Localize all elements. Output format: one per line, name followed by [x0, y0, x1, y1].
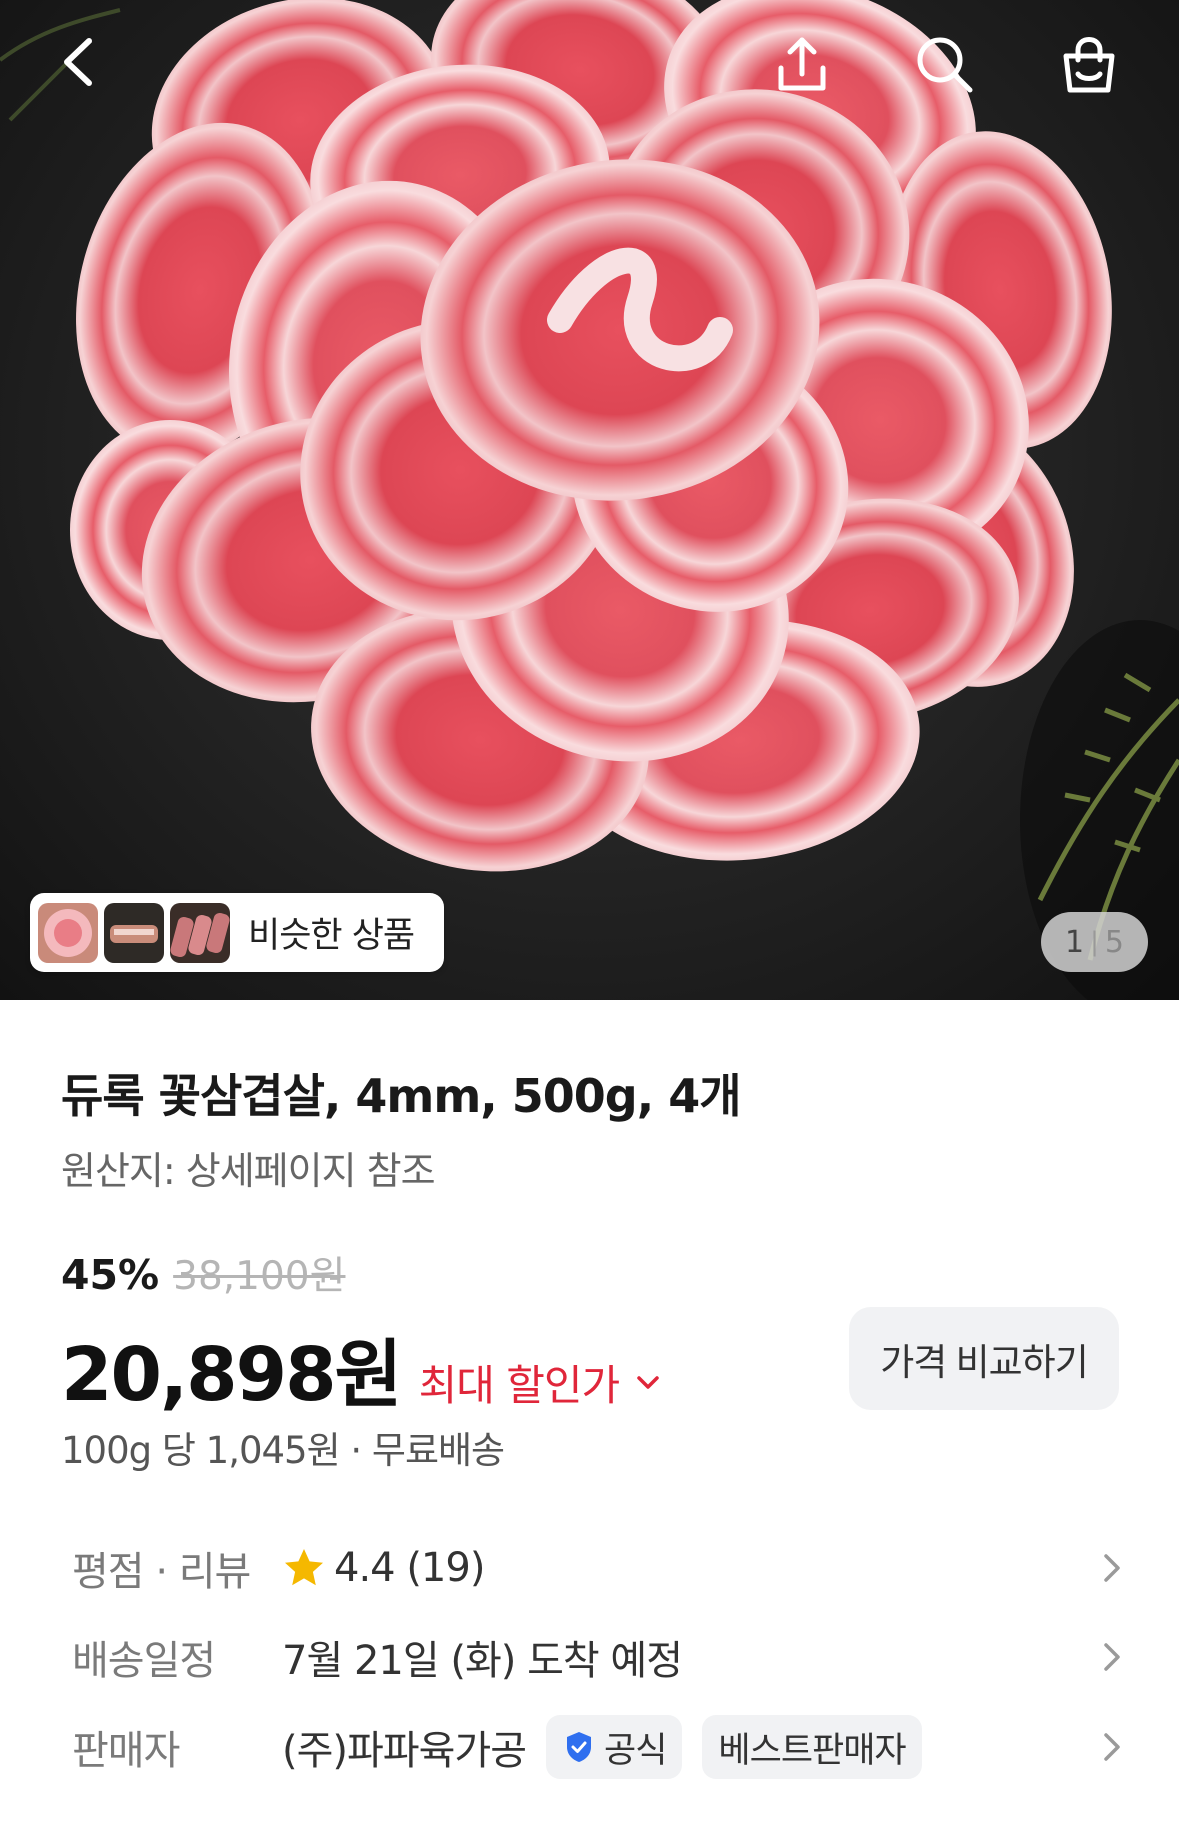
- page-separator: |: [1090, 927, 1099, 957]
- delivery-schedule-row[interactable]: 배송일정 7월 21일 (화) 도착 예정: [72, 1622, 1132, 1692]
- delivery-label: 배송일정: [72, 1638, 216, 1684]
- back-button[interactable]: [40, 22, 120, 102]
- similar-thumbnail-3: [170, 902, 230, 963]
- seller-label: 판매자: [72, 1728, 180, 1774]
- sale-price: 20,898원: [61, 1332, 403, 1418]
- chevron-right-icon: [1104, 1733, 1120, 1761]
- similar-thumbnail-1: [38, 902, 98, 963]
- max-discount-label: 최대 할인가: [418, 1361, 621, 1410]
- rating-value: 4.4 (19): [334, 1545, 485, 1591]
- max-discount-toggle[interactable]: 최대 할인가: [419, 1352, 664, 1413]
- current-page: 1: [1065, 924, 1085, 960]
- similar-products-label: 비슷한 상품: [248, 916, 415, 956]
- official-badge-label: 공식: [604, 1730, 667, 1771]
- unit-price-shipping: 100g 당 1,045원 · 무료배송: [61, 1429, 505, 1472]
- rating-review-row[interactable]: 평점 · 리뷰 4.4 (19): [72, 1533, 1132, 1603]
- share-button[interactable]: [762, 25, 842, 105]
- best-seller-badge: 베스트판매자: [702, 1715, 922, 1779]
- top-navigation-bar: [0, 0, 1179, 130]
- verified-check-icon: [567, 1732, 592, 1762]
- similar-products-button[interactable]: 비슷한 상품: [30, 893, 444, 972]
- search-icon: [917, 37, 973, 93]
- compare-price-button[interactable]: 가격 비교하기: [849, 1307, 1119, 1410]
- product-image[interactable]: 비슷한 상품 1 | 5: [0, 0, 1179, 1000]
- official-badge: 공식: [546, 1715, 683, 1779]
- original-price: 38,100원: [173, 1254, 346, 1299]
- rating-label: 평점 · 리뷰: [72, 1549, 251, 1595]
- star-icon: [285, 1549, 323, 1586]
- share-icon: [778, 37, 826, 91]
- rating-value-group: 4.4 (19): [282, 1545, 485, 1591]
- chevron-left-icon: [64, 38, 92, 86]
- price-row: 20,898원 최대 할인가: [61, 1315, 663, 1422]
- shopping-bag-icon: [1063, 37, 1115, 93]
- seller-name: (주)파파육가공: [282, 1728, 527, 1774]
- seller-value-group: (주)파파육가공 공식 베스트판매자: [282, 1715, 922, 1779]
- seller-row[interactable]: 판매자 (주)파파육가공 공식 베스트판매자: [72, 1712, 1132, 1782]
- total-pages: 5: [1104, 924, 1124, 960]
- similar-thumbnail-2: [104, 902, 164, 963]
- chevron-down-icon: [637, 1375, 659, 1389]
- discount-rate: 45%: [61, 1251, 160, 1299]
- chevron-right-icon: [1104, 1554, 1120, 1582]
- delivery-value: 7월 21일 (화) 도착 예정: [282, 1638, 683, 1684]
- pork-belly-photo: [0, 0, 1179, 1000]
- product-origin: 원산지: 상세페이지 참조: [61, 1149, 436, 1193]
- cart-button[interactable]: [1049, 25, 1129, 105]
- search-button[interactable]: [905, 25, 985, 105]
- discount-row: 45% 38,100원: [61, 1245, 345, 1301]
- image-page-indicator: 1 | 5: [1041, 912, 1148, 972]
- chevron-right-icon: [1104, 1643, 1120, 1671]
- product-title: 듀록 꽃삼겹살, 4mm, 500g, 4개: [61, 1069, 742, 1123]
